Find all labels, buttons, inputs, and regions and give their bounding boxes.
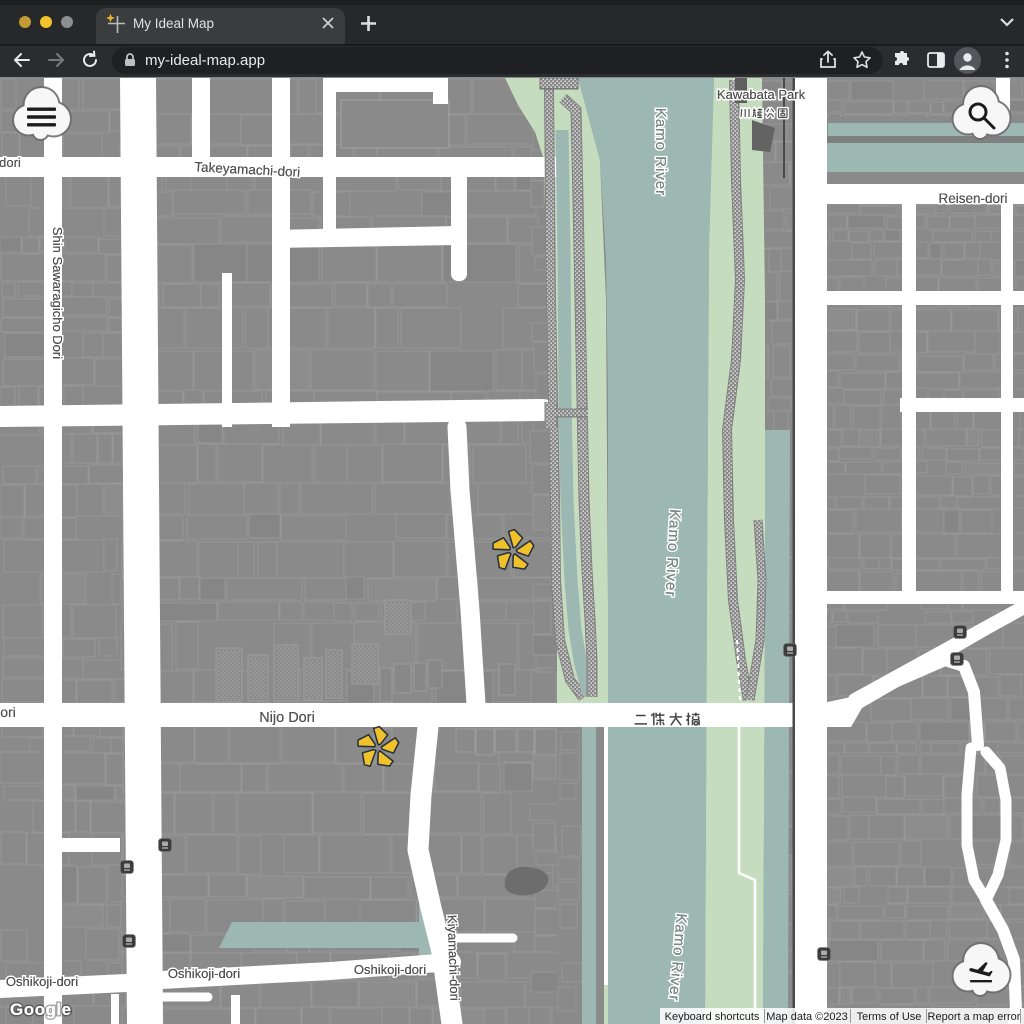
svg-text:dori: dori	[0, 155, 21, 170]
svg-text:ori: ori	[0, 704, 16, 720]
svg-text:Kamo River: Kamo River	[652, 108, 669, 196]
svg-text:Oshikoji-dori: Oshikoji-dori	[354, 962, 426, 977]
svg-text:Terms of Use: Terms of Use	[857, 1011, 922, 1023]
svg-text:Kawabata Park: Kawabata Park	[717, 87, 806, 102]
svg-text:Report a map error: Report a map error	[928, 1011, 1021, 1023]
svg-text:Nijo Dori: Nijo Dori	[259, 710, 315, 726]
svg-text:Kiyamachi-dori: Kiyamachi-dori	[445, 915, 463, 1002]
svg-text:Oshikoji-dori: Oshikoji-dori	[168, 966, 240, 981]
svg-text:Map data ©2023: Map data ©2023	[766, 1011, 848, 1023]
svg-text:Oshikoji-dori: Oshikoji-dori	[6, 974, 78, 989]
svg-text:Reisen-dori: Reisen-dori	[938, 191, 1007, 206]
svg-text:Google: Google	[10, 1000, 72, 1019]
svg-text:Keyboard shortcuts: Keyboard shortcuts	[665, 1011, 760, 1023]
svg-text:Shin Sawaragicho Dori: Shin Sawaragicho Dori	[50, 227, 65, 359]
